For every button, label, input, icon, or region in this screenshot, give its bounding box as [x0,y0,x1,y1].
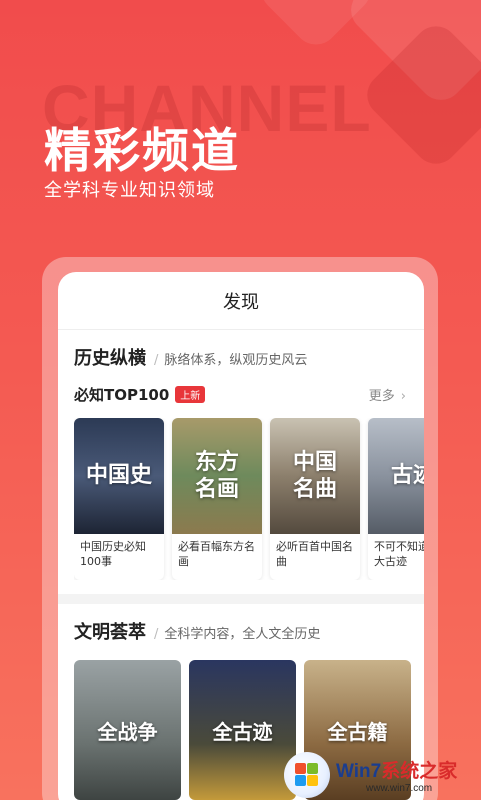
card-image-text: 中国史 [85,462,152,489]
hero-subtitle: 全学科专业知识领域 [44,180,215,201]
watermark: Win7系统之家 www.win7.com [284,750,480,800]
watermark-text: Win7系统之家 www.win7.com [336,756,457,794]
new-badge: 上新 [175,385,206,403]
section-header: 文明荟萃 全科学内容，全人文全历史 [74,604,424,652]
section-divider [58,594,424,604]
section-history: 历史纵横 脉络体系，纵观历史风云 必知TOP100 上新 更多 › 中国史 中国历… [58,330,424,580]
more-label: 更多 [368,388,395,404]
course-card[interactable]: 中国史 中国历史必知100事 [74,418,164,580]
watermark-brand-cn: 系统之家 [381,761,458,782]
section-description: 脉络体系，纵观历史风云 [154,349,307,368]
card-image: 中国 名曲 [270,418,360,534]
card-caption: 必听百首中国名曲 [276,540,353,568]
course-card[interactable]: 中国 名曲 必听百首中国名曲 [270,418,360,580]
section-title: 历史纵横 [74,348,146,369]
category-card-label: 全古籍 [327,719,388,744]
card-list: 中国史 中国历史必知100事 东方 名画 必看百幅东方名画 中国 名曲 必听百首… [74,418,424,580]
windows-logo-icon [284,752,330,798]
hero-title: 精彩频道 [44,124,240,179]
card-image: 古迹 [368,418,424,534]
card-image-text: 中国 名曲 [292,448,337,503]
watermark-brand: Win7 [336,761,382,782]
card-image-text: 古迹 [390,462,424,489]
category-card-label: 全古迹 [212,719,273,744]
card-image-text: 东方 名画 [194,448,239,503]
section-title: 文明荟萃 [74,622,146,643]
card-image: 东方 名画 [172,418,262,534]
page-title: 发现 [58,272,424,330]
watermark-url: www.win7.com [366,783,433,794]
card-caption: 中国历史必知100事 [80,540,146,568]
course-card[interactable]: 古迹 不可不知道的百大古迹 [368,418,424,580]
section-header: 历史纵横 脉络体系，纵观历史风云 [74,330,424,378]
category-card-label: 全战争 [97,719,158,744]
app-screen: 发现 历史纵横 脉络体系，纵观历史风云 必知TOP100 上新 更多 › 中国史 … [58,272,424,800]
card-caption: 不可不知道的百大古迹 [374,540,424,568]
category-card-war[interactable]: 全战争 [74,660,181,800]
section-description: 全科学内容，全人文全历史 [154,623,320,642]
course-card[interactable]: 东方 名画 必看百幅东方名画 [172,418,262,580]
more-link[interactable]: 更多 › [369,385,406,404]
card-image: 中国史 [74,418,164,534]
top100-title: 必知TOP100 [74,385,170,404]
chevron-right-icon: › [400,388,406,404]
card-caption: 必看百幅东方名画 [178,540,255,568]
top100-row: 必知TOP100 上新 更多 › [74,380,424,408]
category-card-sites[interactable]: 全古迹 [189,660,296,800]
